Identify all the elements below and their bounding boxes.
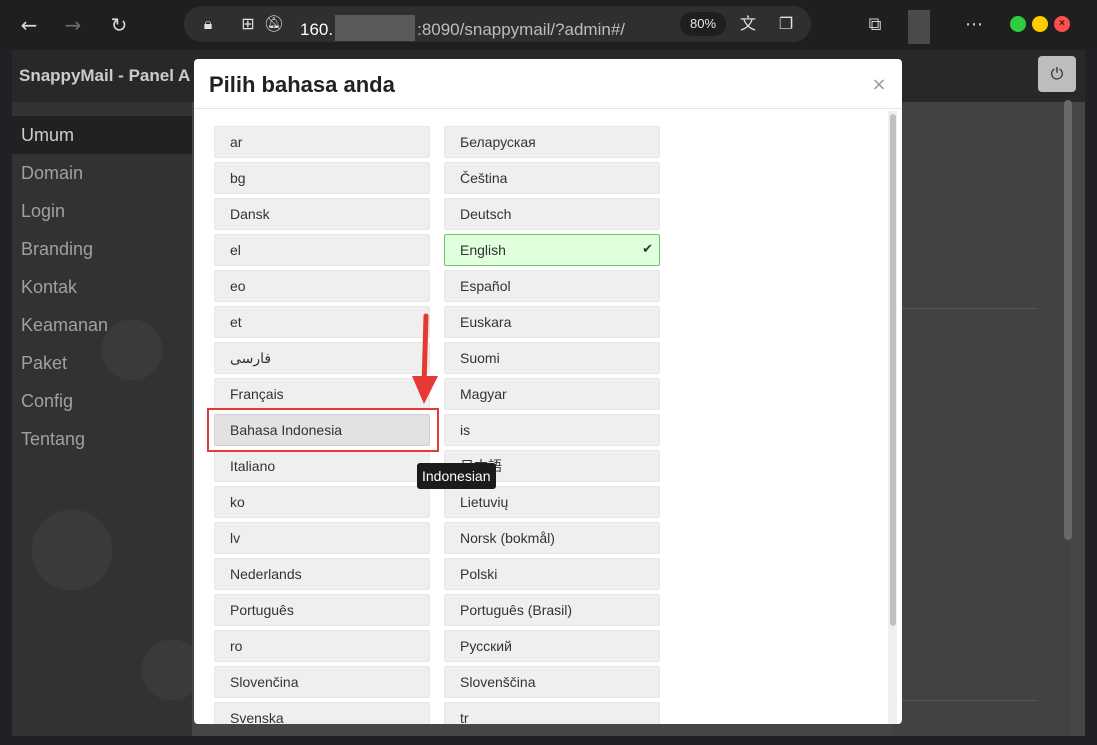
language-option-italiano[interactable]: Italiano	[214, 450, 430, 482]
language-option-label: ko	[230, 494, 245, 510]
language-option-label: eo	[230, 278, 246, 294]
window-bottom-edge	[0, 736, 1097, 745]
language-option-cestina[interactable]: Čeština	[444, 162, 660, 194]
modal-title: Pilih bahasa anda	[209, 72, 395, 97]
language-option-is[interactable]: is	[444, 414, 660, 446]
language-option-label: Беларуская	[460, 134, 536, 150]
minimize-icon[interactable]	[1010, 16, 1026, 32]
forward-icon[interactable]: →	[58, 10, 88, 40]
language-option-polski[interactable]: Polski	[444, 558, 660, 590]
language-option-label: Русский	[460, 638, 512, 654]
language-option-label: lv	[230, 530, 241, 546]
language-option-label: Español	[460, 278, 511, 294]
language-modal: Pilih bahasa anda × ar bg Dansk el eo et فارسی…	[194, 59, 902, 724]
language-tooltip: Indonesian	[417, 463, 496, 489]
close-window-icon[interactable]: ×	[1054, 16, 1070, 32]
language-option-label: tr	[460, 710, 469, 724]
language-option-label: Svenska	[230, 710, 284, 724]
browser-toolbar: ← → ↻ 🔒︎ ⊞ 🔕︎ 160.:8090/snappymail/?admi…	[0, 0, 1097, 50]
language-option-label: Euskara	[460, 314, 512, 330]
language-option-label: Magyar	[460, 386, 507, 402]
language-option-label: Français	[230, 386, 284, 402]
checkmark-icon: ✔	[642, 242, 653, 257]
zoom-indicator[interactable]: 80%	[680, 12, 726, 36]
language-column-right: Беларуская Čeština Deutsch English ✔ Español E…	[444, 126, 660, 724]
language-option-label: Deutsch	[460, 206, 512, 222]
language-option-ar[interactable]: ar	[214, 126, 430, 158]
language-option-lietuviu[interactable]: Lietuvių	[444, 486, 660, 518]
modal-header: Pilih bahasa anda ×	[194, 59, 902, 109]
language-option-portugues-brasil[interactable]: Português (Brasil)	[444, 594, 660, 626]
maximize-icon[interactable]	[1032, 16, 1048, 32]
address-bar[interactable]: 🔒︎ ⊞ 🔕︎ 160.:8090/snappymail/?admin#/ 80…	[184, 6, 811, 42]
language-option-label: Dansk	[230, 206, 270, 222]
language-option-label: ar	[230, 134, 243, 150]
language-option-tr[interactable]: tr	[444, 702, 660, 724]
profile-avatar[interactable]	[908, 10, 930, 44]
language-option-label: فارسی	[230, 350, 272, 366]
language-option-slovenscina[interactable]: Slovenščina	[444, 666, 660, 698]
language-option-label: Slovenščina	[460, 674, 536, 690]
lock-icon[interactable]: 🔒︎	[196, 12, 220, 36]
language-option-nederlands[interactable]: Nederlands	[214, 558, 430, 590]
language-option-item[interactable]: فارسی	[214, 342, 430, 374]
language-option-label: Čeština	[460, 170, 508, 186]
close-icon[interactable]: ×	[870, 76, 888, 94]
language-option-ro[interactable]: ro	[214, 630, 430, 662]
annotation-arrow-icon	[412, 313, 438, 404]
language-option-et[interactable]: et	[214, 306, 430, 338]
language-option-dansk[interactable]: Dansk	[214, 198, 430, 230]
notifications-muted-icon[interactable]: 🔕︎	[262, 12, 286, 36]
language-option-item[interactable]: Русский	[444, 630, 660, 662]
language-option-euskara[interactable]: Euskara	[444, 306, 660, 338]
language-option-label: English	[460, 242, 506, 258]
language-option-label: el	[230, 242, 241, 258]
language-option-portugues[interactable]: Português	[214, 594, 430, 626]
language-option-magyar[interactable]: Magyar	[444, 378, 660, 410]
reload-icon[interactable]: ↻	[104, 10, 134, 40]
language-option-deutsch[interactable]: Deutsch	[444, 198, 660, 230]
language-option-label: Suomi	[460, 350, 500, 366]
language-option-el[interactable]: el	[214, 234, 430, 266]
language-option-label: ro	[230, 638, 243, 654]
language-option-label: Lietuvių	[460, 494, 509, 510]
language-option-label: Português (Brasil)	[460, 602, 573, 618]
language-option-norsk-bokmal[interactable]: Norsk (bokmål)	[444, 522, 660, 554]
language-option-eo[interactable]: eo	[214, 270, 430, 302]
language-option-svenska[interactable]: Svenska	[214, 702, 430, 724]
reading-list-icon[interactable]: ❐	[774, 12, 798, 36]
language-option-label: Italiano	[230, 458, 276, 474]
more-icon[interactable]: ⋯	[961, 12, 987, 38]
window-edge	[1085, 50, 1097, 745]
back-icon[interactable]: ←	[14, 10, 44, 40]
modal-scrollbar-thumb[interactable]	[890, 114, 896, 626]
translate-icon[interactable]: 文	[736, 12, 760, 36]
language-option-label: Português	[230, 602, 294, 618]
extensions-icon[interactable]: ⧉	[862, 12, 888, 38]
language-option-bg[interactable]: bg	[214, 162, 430, 194]
language-option-label: Norsk (bokmål)	[460, 530, 555, 546]
language-option-ko[interactable]: ko	[214, 486, 430, 518]
language-option-label: bg	[230, 170, 246, 186]
language-option-espanol[interactable]: Español	[444, 270, 660, 302]
language-option-english[interactable]: English ✔	[444, 234, 660, 266]
language-option-slovencina[interactable]: Slovenčina	[214, 666, 430, 698]
language-option-label: is	[460, 422, 471, 438]
language-option-item[interactable]: Беларуская	[444, 126, 660, 158]
language-option-suomi[interactable]: Suomi	[444, 342, 660, 374]
language-option-label: Nederlands	[230, 566, 302, 582]
language-option-label: et	[230, 314, 242, 330]
language-option-label: Polski	[460, 566, 498, 582]
annotation-highlight-box	[207, 408, 439, 452]
redacted-ip-block	[335, 15, 416, 41]
language-option-francais[interactable]: Français	[214, 378, 430, 410]
language-option-label: Slovenčina	[230, 674, 299, 690]
url-text[interactable]: 160.:8090/snappymail/?admin#/	[300, 15, 625, 41]
site-settings-icon[interactable]: ⊞	[236, 12, 260, 36]
language-option-lv[interactable]: lv	[214, 522, 430, 554]
